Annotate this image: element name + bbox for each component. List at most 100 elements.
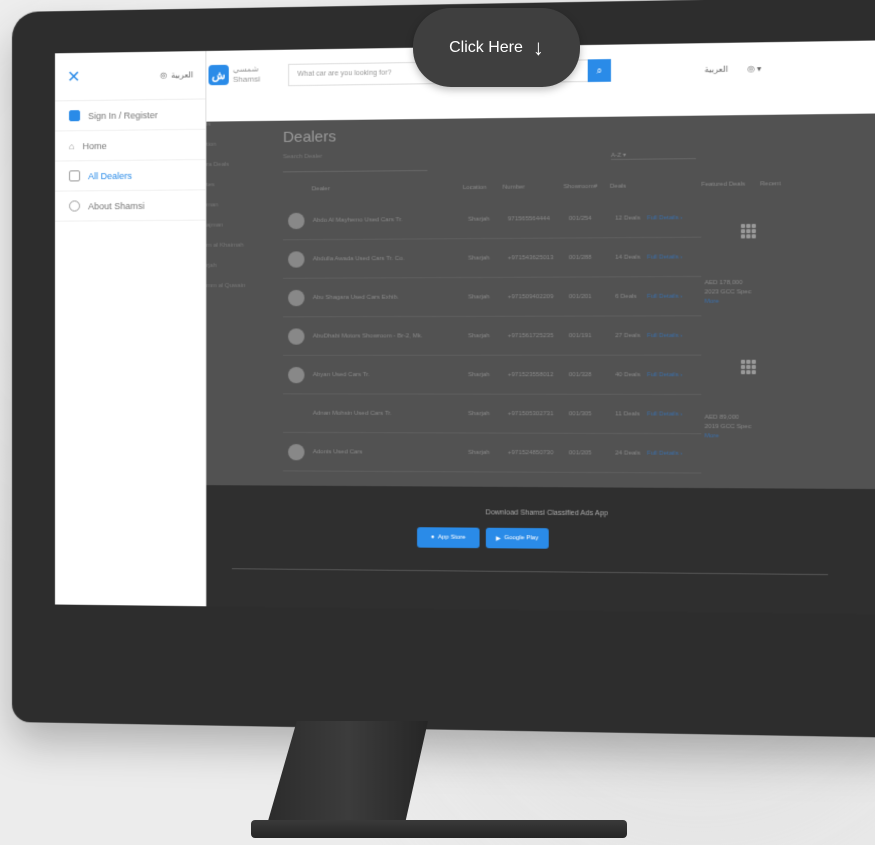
monitor-stand-base [251,820,627,838]
deal-count: 27 Deals [615,332,641,339]
dealer-name[interactable]: Abu Shagara Used Cars Exhib. [313,294,468,300]
location-filter: is tion ra Deals tes man ajman m al Khai… [206,121,267,303]
close-icon[interactable]: ✕ [67,66,80,86]
location-item[interactable]: tion [206,141,267,162]
avatar [288,289,305,306]
dealer-number: +971509402209 [507,293,554,300]
full-details-link[interactable]: Full Details › [647,332,682,338]
location-item[interactable]: m al Khaimah [206,242,267,263]
dealer-number: +971523558012 [507,371,554,378]
featured-deal[interactable]: AED 89,000 2019 GCC Spec More [705,414,752,442]
featured-deal[interactable]: AED 178,000 2023 GCC Spec More [705,279,752,307]
showroom-number: 001/191 [568,332,592,339]
dealer-name[interactable]: AbuDhabi Motors Showroom - Br-2, Mk. [313,333,468,339]
dealer-number: +971505302731 [507,410,554,417]
featured-spec: 2023 GCC Spec [704,289,752,296]
table-row[interactable]: Abdulla Awada Used Cars Tr. Co. Sharjah … [282,237,702,279]
drawer-item-home[interactable]: ⌂ Home [54,129,206,162]
dealer-name[interactable]: Abyan Used Cars Tr. [313,372,468,378]
location-item[interactable]: mm al Quwain [206,283,267,303]
location-item[interactable]: man [206,202,267,223]
arrow-down-icon: ↓ [532,34,544,60]
dealer-location: Sharjah [468,254,490,262]
click-here-button[interactable]: Click Here ↓ [413,8,580,87]
dealer-name[interactable]: Adonis Used Cars [313,449,468,456]
monitor-frame: ش شمسي Shamsi What car are you looking f… [12,0,875,738]
footer: Download Shamsi Classified Ads App ● App… [206,485,875,615]
featured-price: AED 89,000 [704,414,740,421]
table-row[interactable]: Adnan Mohsin Used Cars Tr. Sharjah +9715… [282,394,702,435]
chevron-down-icon: ▾ [622,152,627,159]
table-row[interactable]: Abyan Used Cars Tr. Sharjah +97152355801… [282,355,702,395]
deal-count: 40 Deals [615,371,641,378]
apple-icon: ● [430,534,435,541]
location-item[interactable]: ra Deals [206,161,267,182]
showroom-number: 001/201 [568,293,592,300]
deal-count: 12 Deals [615,214,641,222]
full-details-link[interactable]: Full Details › [647,254,682,260]
dealer-number: +971524850730 [507,449,554,456]
avatar [288,443,305,460]
col-deals: Deals [609,183,627,190]
location-item[interactable]: is [206,121,267,142]
language-switch[interactable]: العربية [705,65,728,75]
showroom-number: 001/288 [568,254,592,261]
deal-count: 11 Deals [615,410,640,418]
logo-icon[interactable]: ش [208,64,229,86]
avatar [288,405,304,421]
deal-count: 24 Deals [615,449,641,457]
full-details-link[interactable]: Full Details › [647,411,682,417]
dealer-number: 971565564444 [507,215,550,222]
dealer-name[interactable]: Abdulla Awada Used Cars Tr. Co. [313,255,468,262]
location-item[interactable]: tes [206,182,267,203]
dealer-number: +971543625013 [507,254,554,261]
drawer-item-about[interactable]: About Shamsi [54,190,206,222]
full-details-link[interactable]: Full Details › [647,215,682,221]
dealer-search-input[interactable]: Search Dealer [282,152,428,173]
drawer-item-all-dealers[interactable]: All Dealers [54,160,206,192]
sign-in-item[interactable]: Sign In / Register [54,99,206,132]
dealer-number: +971561725235 [507,332,554,339]
col-number: Number [502,184,525,191]
click-here-label: Click Here [449,38,523,56]
apps-grid-icon [740,359,756,375]
dealer-name[interactable]: Abdo Al Mayhemo Used Cars Tr. [313,216,468,224]
location-item[interactable]: rjah [206,263,267,284]
more-link[interactable]: More [705,432,752,441]
sort-select[interactable]: A-Z ▾ [610,150,696,160]
deal-count: 14 Deals [615,254,641,261]
table-row[interactable]: Abdo Al Mayhemo Used Cars Tr. Sharjah 97… [282,198,702,241]
globe-icon: ◎ [159,70,167,80]
user-menu[interactable]: ◎ ▾ [747,64,761,74]
table-row[interactable]: Abu Shagara Used Cars Exhib. Sharjah +97… [282,277,702,318]
full-details-link[interactable]: Full Details › [647,450,682,456]
tab-recent[interactable]: Recent [760,181,780,187]
user-icon [69,110,81,122]
avatar [288,366,305,383]
drawer-item-label: All Dealers [88,170,132,181]
full-details-link[interactable]: Full Details › [647,372,682,378]
location-item[interactable]: ajman [206,222,267,243]
full-details-link[interactable]: Full Details › [647,293,682,299]
showroom-number: 001/328 [568,371,592,378]
avatar [288,327,305,345]
dealer-location: Sharjah [468,449,490,456]
google-play-button[interactable]: ▶ Google Play [485,527,549,549]
play-icon: ▶ [496,535,501,542]
dealer-name[interactable]: Adnan Mohsin Used Cars Tr. [313,410,468,416]
tab-featured-deals[interactable]: Featured Deals [701,181,745,188]
google-play-label: Google Play [504,535,539,542]
search-button[interactable]: ⌕ [587,59,611,83]
col-showroom: Showroom# [563,183,598,191]
sort-value: A-Z [610,152,622,159]
drawer-header: ✕ ◎ العربية [54,50,206,102]
table-row[interactable]: AbuDhabi Motors Showroom - Br-2, Mk. Sha… [282,316,702,356]
screen: ش شمسي Shamsi What car are you looking f… [54,40,875,615]
featured-spec: 2019 GCC Spec [704,423,752,431]
app-store-button[interactable]: ● App Store [417,527,480,549]
more-link[interactable]: More [705,298,752,307]
dealer-location: Sharjah [468,215,490,223]
showroom-number: 001/205 [568,449,592,457]
table-row[interactable]: Adonis Used Cars Sharjah +971524850730 0… [282,432,702,474]
drawer-language-switch[interactable]: ◎ العربية [160,70,193,80]
